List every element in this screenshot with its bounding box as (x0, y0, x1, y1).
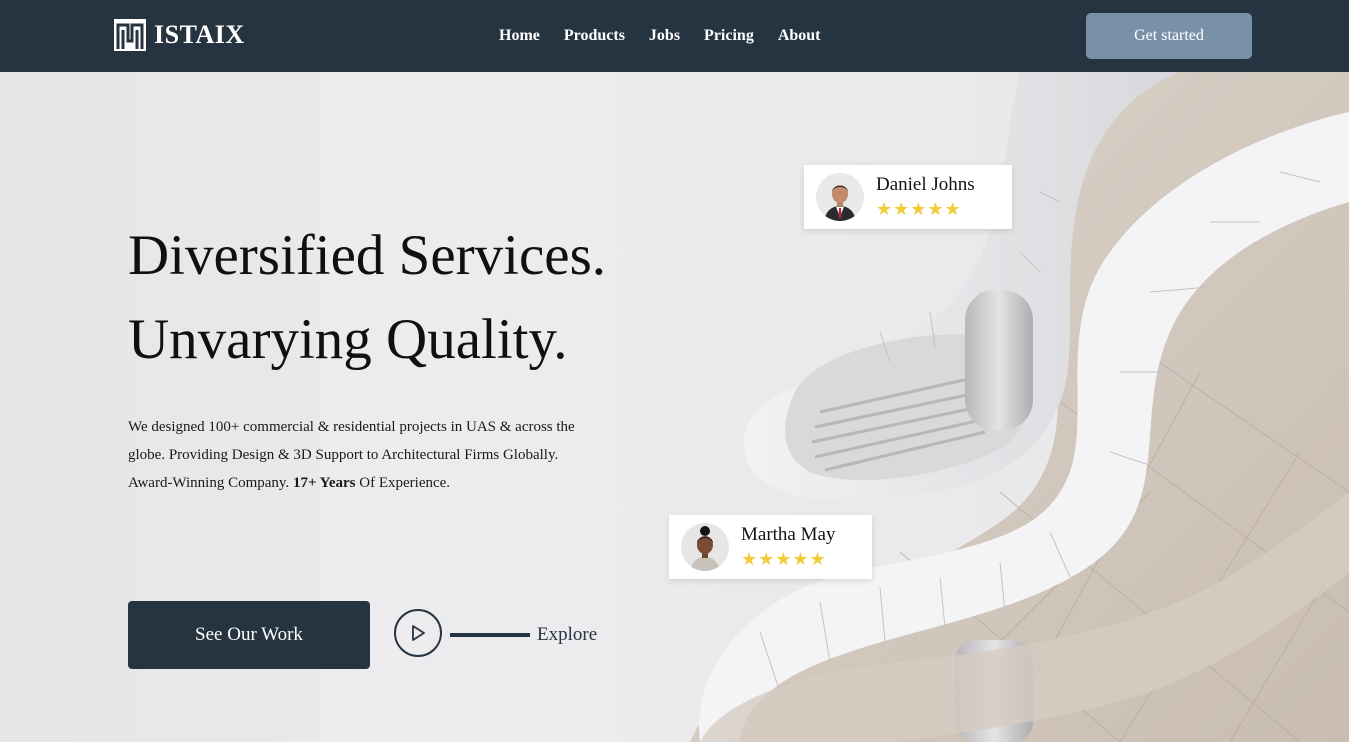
headline-line-2: Unvarying Quality. (128, 308, 568, 371)
star-rating: ★★★★★ (876, 199, 962, 219)
nav-link-pricing[interactable]: Pricing (704, 25, 754, 47)
top-navbar: ISTAIX Home Products Jobs Pricing About … (0, 0, 1349, 72)
user-avatar-icon (816, 173, 864, 221)
explore-divider (450, 633, 530, 637)
avatar (816, 173, 864, 221)
play-icon (412, 625, 425, 641)
nav-link-about[interactable]: About (778, 25, 821, 47)
description-highlight: 17+ Years (292, 475, 356, 491)
nav-link-home[interactable]: Home (499, 25, 540, 47)
istaix-logo-icon (114, 19, 146, 51)
nav-link-products[interactable]: Products (564, 25, 625, 47)
review-card-martha: Martha May ★★★★★ (669, 515, 872, 579)
explore-link[interactable]: Explore (537, 623, 597, 647)
reviewer-name: Martha May (741, 524, 836, 545)
hero-shade (320, 72, 740, 742)
brand-logo[interactable]: ISTAIX (114, 19, 245, 51)
reviewer-name: Daniel Johns (876, 174, 975, 195)
avatar (681, 523, 729, 571)
hero-description: We designed 100+ commercial & residentia… (128, 413, 598, 497)
review-info: Martha May ★★★★★ (741, 524, 835, 570)
review-info: Daniel Johns ★★★★★ (876, 174, 975, 220)
hero-section: Diversified Services. Unvarying Quality.… (0, 72, 1349, 742)
get-started-button[interactable]: Get started (1086, 13, 1252, 59)
nav-link-jobs[interactable]: Jobs (649, 25, 680, 47)
see-our-work-button[interactable]: See Our Work (128, 601, 370, 669)
brand-name: ISTAIX (154, 20, 245, 49)
play-video-button[interactable] (394, 609, 442, 657)
user-avatar-icon (681, 523, 729, 571)
main-nav: Home Products Jobs Pricing About (499, 25, 821, 47)
star-rating: ★★★★★ (741, 549, 827, 569)
hero-headline: Diversified Services. Unvarying Quality. (128, 214, 606, 382)
headline-line-1: Diversified Services. (128, 224, 607, 287)
description-tail: Of Experience. (359, 475, 451, 491)
review-card-daniel: Daniel Johns ★★★★★ (804, 165, 1012, 229)
